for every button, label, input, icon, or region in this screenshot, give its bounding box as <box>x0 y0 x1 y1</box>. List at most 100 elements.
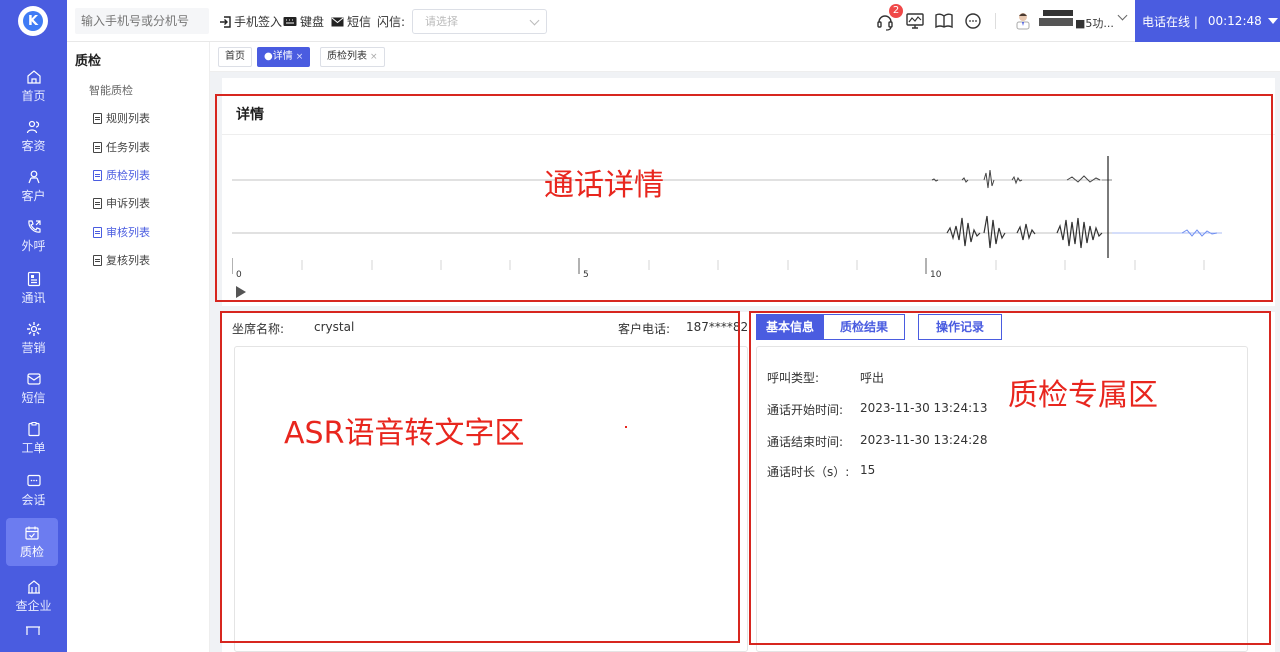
page-tabs: 首页 ●详情 × 质检列表 × <box>210 42 1280 72</box>
info-value: 2023-11-30 13:24:13 <box>860 401 988 415</box>
info-value: 呼出 <box>860 371 885 385</box>
info-label: 呼叫类型: <box>767 371 820 385</box>
document-icon <box>93 112 102 124</box>
play-icon[interactable] <box>236 286 246 298</box>
people-icon <box>26 120 39 133</box>
flash-select[interactable]: 请选择 <box>412 9 547 34</box>
info-value: 15 <box>860 463 876 477</box>
document-icon <box>93 197 102 209</box>
sidebar-item-label: 审核列表 <box>106 226 150 239</box>
building-icon <box>27 579 40 594</box>
annotation-asr: ASR语音转文字区 <box>284 416 525 451</box>
rail-item-label: 查企业 <box>15 598 52 613</box>
agent-name-value: crystal <box>314 320 355 334</box>
tab-label: ●详情 <box>264 51 293 62</box>
rail-item-ticket[interactable]: 工单 <box>0 414 67 462</box>
info-label: 通话时长（s）: <box>767 465 850 479</box>
tab-label: 质检列表 <box>327 51 367 62</box>
divider <box>222 134 1275 135</box>
rail-item-contacts[interactable]: 通讯 <box>0 264 67 312</box>
sidebar-item-audit[interactable]: 审核列表 <box>93 224 150 240</box>
document-icon <box>93 169 102 181</box>
user-name[interactable]: ■5功... <box>1037 8 1121 34</box>
phone-out-icon <box>27 219 41 233</box>
timeline-tick: 0 <box>236 270 242 280</box>
redacted-block <box>1039 18 1073 26</box>
page-title: 详情 <box>236 107 264 123</box>
close-icon[interactable]: × <box>296 52 304 62</box>
phone-status-button[interactable]: 电话在线 | 00:12:48 <box>1135 0 1280 42</box>
tab-label: 质检结果 <box>839 320 888 334</box>
monitor-chart-icon[interactable] <box>905 11 925 31</box>
rail-item-qc[interactable]: 质检 <box>6 518 58 566</box>
asr-transcript-area[interactable] <box>234 346 748 652</box>
rail-item-sms[interactable]: 短信 <box>0 364 67 412</box>
call-timer: 00:12:48 <box>1207 14 1262 28</box>
rail-item-marketing[interactable]: 营销 <box>0 314 67 362</box>
sidebar-item-qc-list[interactable]: 质检列表 <box>93 167 150 183</box>
sidebar-item-appeals[interactable]: 申诉列表 <box>93 195 150 211</box>
tab-label: 基本信息 <box>765 320 814 334</box>
tab-label: 首页 <box>225 51 245 62</box>
contacts-icon <box>27 271 40 286</box>
sidebar-item-review[interactable]: 复核列表 <box>93 252 150 268</box>
toolbar-divider <box>995 13 996 29</box>
user-name-text: ■5功... <box>1075 17 1114 30</box>
caret-down-icon <box>1267 18 1278 24</box>
main-content: 详情 0 5 10 坐席名称: crystal 客户电话: 187****826… <box>210 72 1280 652</box>
message-icon <box>26 372 41 385</box>
phone-signin-button[interactable]: 手机签入 <box>219 13 282 30</box>
calendar-check-icon <box>25 526 39 540</box>
basic-info-panel: 呼叫类型: 呼出 通话开始时间: 2023-11-30 13:24:13 通话结… <box>756 346 1248 652</box>
rail-item-leads[interactable]: 客资 <box>0 112 67 160</box>
rail-item-customer[interactable]: 客户 <box>0 162 67 210</box>
search-input[interactable] <box>75 8 209 34</box>
sidebar-group-label: 智能质检 <box>89 84 133 97</box>
redacted-block <box>1043 10 1073 16</box>
rail-item-label: 客资 <box>21 138 46 153</box>
rail-item-label: 客户 <box>21 188 46 203</box>
qc-card: 基本信息 质检结果 操作记录 呼叫类型: 呼出 通话开始时间: 2023-11-… <box>748 312 1275 652</box>
chat-bubble-icon[interactable] <box>963 11 983 31</box>
logo-icon: K <box>23 11 43 31</box>
more-icon[interactable] <box>25 624 41 636</box>
sidebar-title: 质检 <box>75 54 102 69</box>
rail-item-company[interactable]: 查企业 <box>0 572 67 620</box>
audio-waveform[interactable] <box>232 148 1272 298</box>
phone-status-label: 电话在线 | <box>1142 14 1198 29</box>
close-icon[interactable]: × <box>370 52 378 62</box>
gear-icon <box>26 321 41 336</box>
rail-item-home[interactable]: 首页 <box>0 62 67 110</box>
app-logo[interactable]: K <box>18 6 48 36</box>
keyboard-button[interactable]: 键盘 <box>283 13 324 30</box>
sidebar-item-label: 质检列表 <box>106 169 150 182</box>
tab-qc-result[interactable]: 质检结果 <box>823 314 905 340</box>
call-detail-card: 详情 0 5 10 <box>222 78 1275 306</box>
tab-detail[interactable]: ●详情 × <box>257 47 311 67</box>
phone-signin-label: 手机签入 <box>234 15 283 29</box>
sms-label: 短信 <box>347 15 372 29</box>
tab-basic-info[interactable]: 基本信息 <box>756 314 824 340</box>
info-label: 通话结束时间: <box>767 435 844 449</box>
tab-operation-log[interactable]: 操作记录 <box>918 314 1002 340</box>
rail-item-session[interactable]: 会话 <box>0 466 67 514</box>
rail-item-outbound[interactable]: 外呼 <box>0 212 67 260</box>
rail-item-label: 工单 <box>21 440 46 455</box>
rail-item-label: 通讯 <box>21 290 46 305</box>
avatar[interactable] <box>1013 10 1033 30</box>
document-icon <box>93 226 102 238</box>
agent-name-label: 坐席名称: <box>232 322 285 336</box>
document-icon <box>93 141 102 153</box>
sms-button[interactable]: 短信 <box>331 13 371 30</box>
home-icon <box>26 69 41 84</box>
annotation-call-detail: 通话详情 <box>544 168 664 203</box>
book-icon[interactable] <box>934 11 954 31</box>
document-icon <box>93 254 102 266</box>
tab-home[interactable]: 首页 <box>218 47 252 67</box>
rail-item-label: 会话 <box>21 492 46 507</box>
annotation-dot <box>625 426 627 428</box>
tab-qc-list[interactable]: 质检列表 × <box>320 47 385 67</box>
sidebar-item-rules[interactable]: 规则列表 <box>93 110 150 126</box>
rail-item-label: 外呼 <box>21 238 46 253</box>
sidebar-item-tasks[interactable]: 任务列表 <box>93 139 150 155</box>
